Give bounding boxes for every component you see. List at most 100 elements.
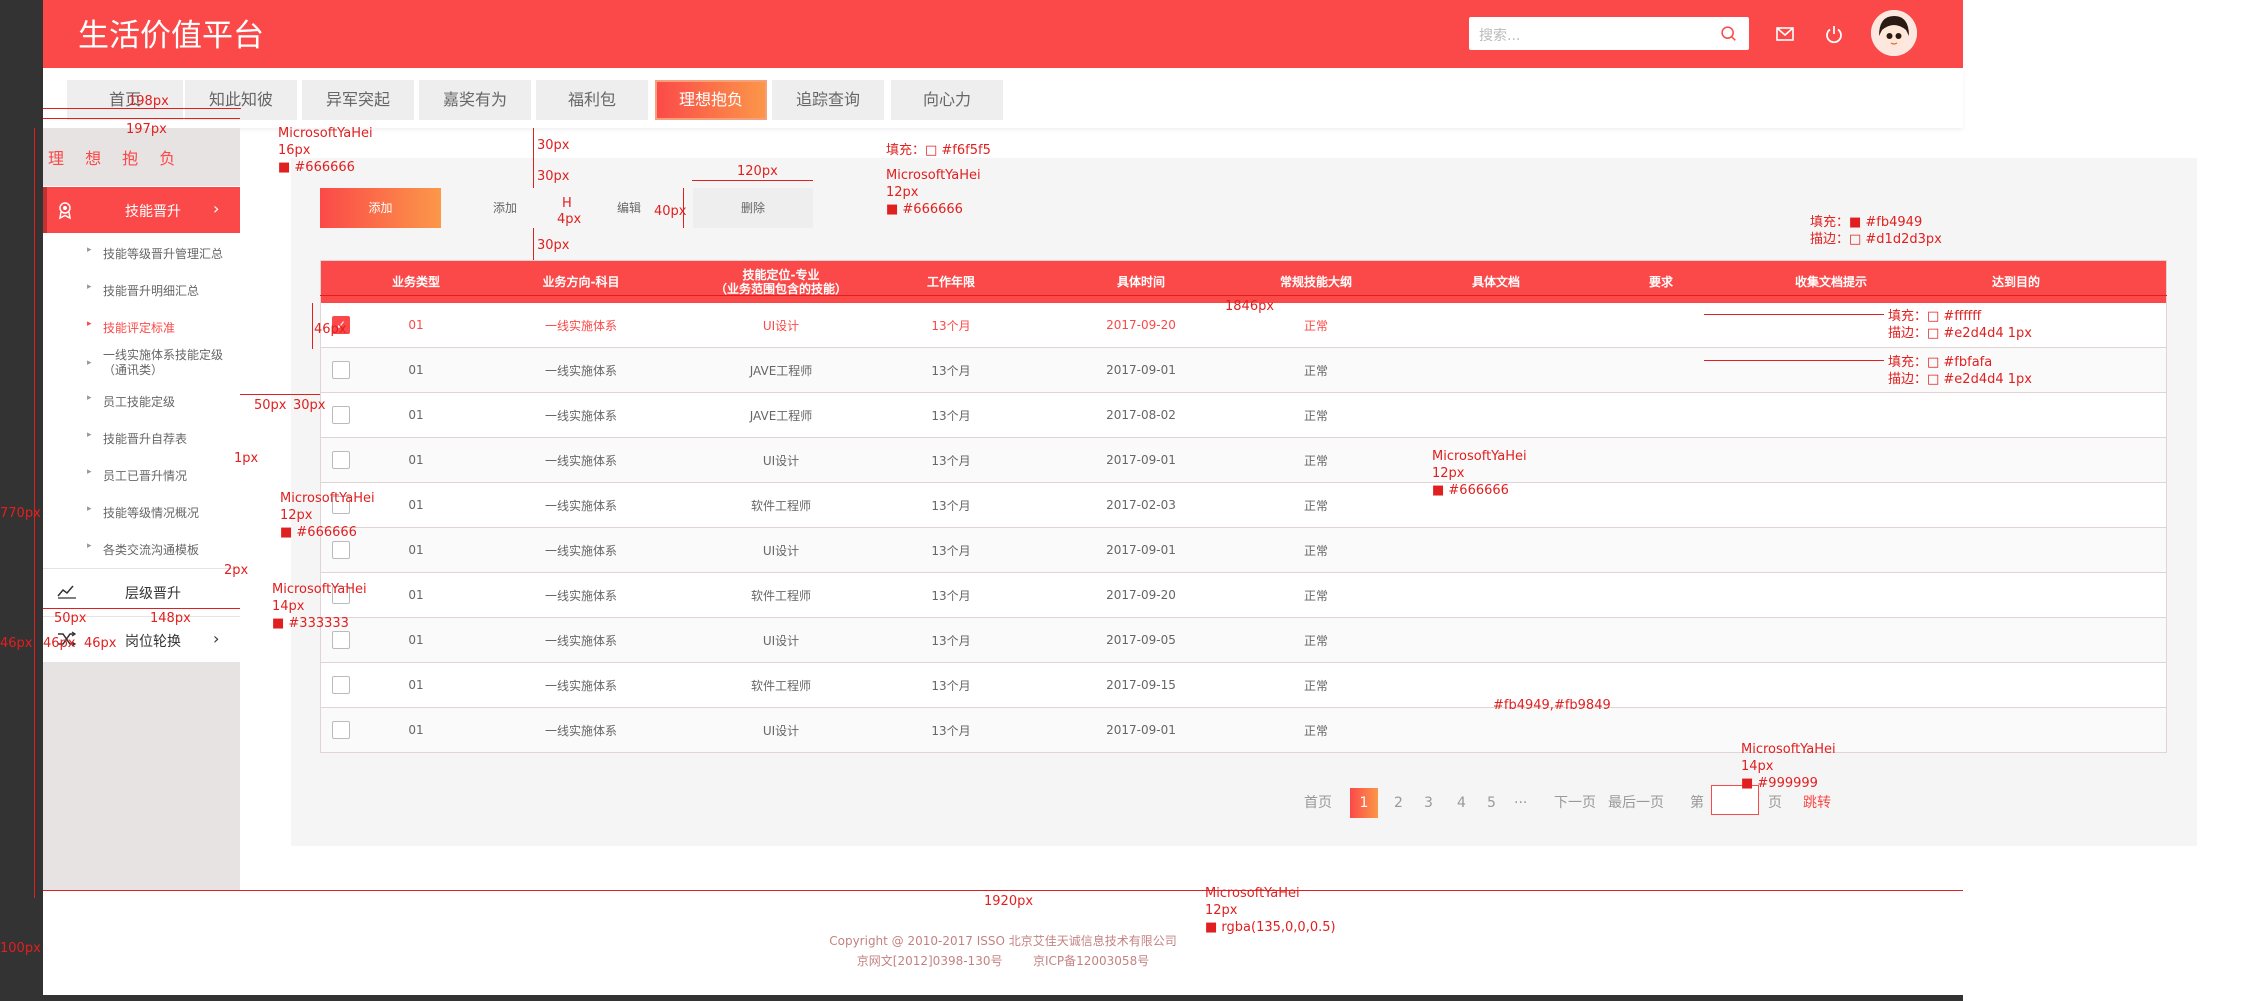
badge-icon <box>59 202 71 220</box>
annotation: 50px <box>254 398 287 413</box>
table-cell: 2017-09-20 <box>1106 318 1176 332</box>
sidebar-item-label: 岗位轮换 <box>125 634 181 650</box>
search-box[interactable]: 搜索... <box>1469 17 1749 50</box>
table-row[interactable]: 01 一线实施体系 UI设计 13个月 2017-09-01 正常 <box>321 438 2166 483</box>
footer-icp: 京网文[2012]0398-130号 京ICP备12003058号 <box>856 954 1150 968</box>
table-row[interactable]: 01 一线实施体系 软件工程师 13个月 2017-09-15 正常 <box>321 663 2166 708</box>
main-nav: 首页 知此知彼 异军突起 嘉奖有为 福利包 理想抱负 追踪查询 向心力 <box>43 68 1963 128</box>
annotation: MicrosoftYaHei 12px ■ rgba(135,0,0,0.5) <box>1205 886 1336 935</box>
checkbox[interactable] <box>332 541 350 559</box>
table-cell: 正常 <box>1303 498 1328 513</box>
checkbox[interactable] <box>332 406 350 424</box>
power-icon[interactable] <box>1823 23 1845 45</box>
table-cell: 2017-09-01 <box>1106 543 1176 557</box>
table-row[interactable]: 01 一线实施体系 软件工程师 13个月 2017-09-20 正常 <box>321 573 2166 618</box>
pager-page[interactable]: 3 <box>1424 788 1433 818</box>
table-row[interactable]: 01 一线实施体系 UI设计 13个月 2017-09-01 正常 <box>321 528 2166 573</box>
caret-right-icon: ▸ <box>87 282 92 292</box>
checkbox[interactable] <box>332 631 350 649</box>
table-cell: 正常 <box>1303 633 1328 648</box>
annotation: MicrosoftYaHei 12px ■ #666666 <box>280 491 375 540</box>
measure-line <box>312 303 313 349</box>
pager-next[interactable]: 下一页 <box>1554 788 1596 818</box>
row-checkbox-cell <box>331 348 351 392</box>
annotation: MicrosoftYaHei 12px ■ #666666 <box>1432 449 1527 498</box>
chevron-right-icon: › <box>213 629 220 648</box>
tab-zhuizongchaxun[interactable]: 追踪查询 <box>772 80 884 120</box>
pager-page[interactable]: 5 <box>1487 788 1496 818</box>
trend-line-icon <box>57 585 76 599</box>
annotation: 770px <box>0 506 41 521</box>
pager-last[interactable]: 最后一页 <box>1608 788 1664 818</box>
column-header: 具体时间 <box>1116 275 1165 289</box>
measure-line <box>692 180 813 181</box>
sub-item[interactable]: ▸ 员工技能定级 <box>43 393 240 413</box>
tab-zhicizhibi[interactable]: 知此知彼 <box>185 80 297 120</box>
tab-yijuntuqi[interactable]: 异军突起 <box>302 80 414 120</box>
pager-first[interactable]: 首页 <box>1304 788 1332 818</box>
annotation: 120px <box>737 164 778 179</box>
sub-item[interactable]: ▸ 技能晋升自荐表 <box>43 430 240 450</box>
tab-fulibao[interactable]: 福利包 <box>536 80 648 120</box>
sidebar-item-skill-promotion[interactable]: 技能晋升 › <box>43 187 240 233</box>
checkbox[interactable] <box>332 721 350 739</box>
checkbox[interactable] <box>332 361 350 379</box>
table-row[interactable]: 01 一线实施体系 JAVE工程师 13个月 2017-08-02 正常 <box>321 393 2166 438</box>
tab-lixiangbaofu[interactable]: 理想抱负 <box>655 80 767 120</box>
tab-jiajiangyouwei[interactable]: 嘉奖有为 <box>419 80 531 120</box>
table-row[interactable]: 01 一线实施体系 UI设计 13个月 2017-09-05 正常 <box>321 618 2166 663</box>
chevron-right-icon: › <box>213 199 220 218</box>
annotation: 100px <box>0 941 41 956</box>
row-checkbox-cell <box>331 663 351 707</box>
checkbox[interactable] <box>332 451 350 469</box>
pager-page-current[interactable]: 1 <box>1350 788 1378 818</box>
checkbox[interactable] <box>332 676 350 694</box>
measure-line <box>1704 360 1884 361</box>
table-cell: UI设计 <box>762 318 800 333</box>
sub-item[interactable]: ▸ 技能等级晋升管理汇总 <box>43 245 240 265</box>
search-icon[interactable] <box>1720 25 1737 42</box>
sub-item[interactable]: ▸ 技能晋升明细汇总 <box>43 282 240 302</box>
annotation: 50px <box>54 611 87 626</box>
table-cell: 一线实施体系 <box>544 453 617 468</box>
avatar[interactable] <box>1871 10 1917 56</box>
measure-line <box>533 128 534 188</box>
column-header: 收集文档提示 <box>1794 275 1867 289</box>
search-input[interactable]: 搜索... <box>1479 25 1520 45</box>
delete-button[interactable]: 删除 <box>693 188 813 228</box>
tab-xiangxinli[interactable]: 向心力 <box>891 80 1003 120</box>
measure-line <box>43 890 1963 891</box>
bottom-bar <box>43 995 1963 1001</box>
table-cell: 13个月 <box>931 633 971 648</box>
table-cell: 正常 <box>1303 453 1328 468</box>
sub-item-active[interactable]: ▸ 技能评定标准 <box>43 319 240 339</box>
column-header: 工作年限 <box>926 275 975 289</box>
add-button-primary[interactable]: 添加 <box>320 188 441 228</box>
annotation: 30px <box>293 398 326 413</box>
table-cell: 01 <box>408 723 424 737</box>
add-button[interactable]: 添加 <box>445 188 565 228</box>
annotation: 1846px <box>1225 299 1275 314</box>
annotation: MicrosoftYaHei 14px ■ #333333 <box>272 582 367 631</box>
pager-jump-button[interactable]: 跳转 <box>1803 788 1831 818</box>
sub-item[interactable]: ▸ 各类交流沟通模板 <box>43 541 240 561</box>
sub-item[interactable]: ▸ 员工已晋升情况 <box>43 467 240 487</box>
caret-right-icon: ▸ <box>87 358 92 368</box>
annotation: 4px <box>557 212 582 227</box>
measure-line <box>320 295 2167 296</box>
table-row[interactable]: 01 一线实施体系 UI设计 13个月 2017-09-01 正常 <box>321 708 2166 753</box>
table-cell: 软件工程师 <box>750 498 811 513</box>
table-row[interactable]: 01 一线实施体系 软件工程师 13个月 2017-02-03 正常 <box>321 483 2166 528</box>
table-cell: 正常 <box>1303 588 1328 603</box>
table-cell: UI设计 <box>762 453 800 468</box>
sub-item[interactable]: ▸ 技能等级情况概况 <box>43 504 240 524</box>
mail-icon[interactable] <box>1774 23 1796 45</box>
sidebar-item-label: 层级晋升 <box>125 586 181 602</box>
table-cell: 软件工程师 <box>750 678 811 693</box>
annotation: 填充：□ #fbfafa 描边：□ #e2d4d4 1px <box>1888 355 2032 387</box>
pager-page[interactable]: 2 <box>1394 788 1403 818</box>
pager-page[interactable]: 4 <box>1457 788 1466 818</box>
table-cell: 01 <box>408 588 424 602</box>
sub-item[interactable]: ▸ 一线实施体系技能定级 （通讯类） <box>43 348 240 380</box>
table-cell: 01 <box>408 633 424 647</box>
